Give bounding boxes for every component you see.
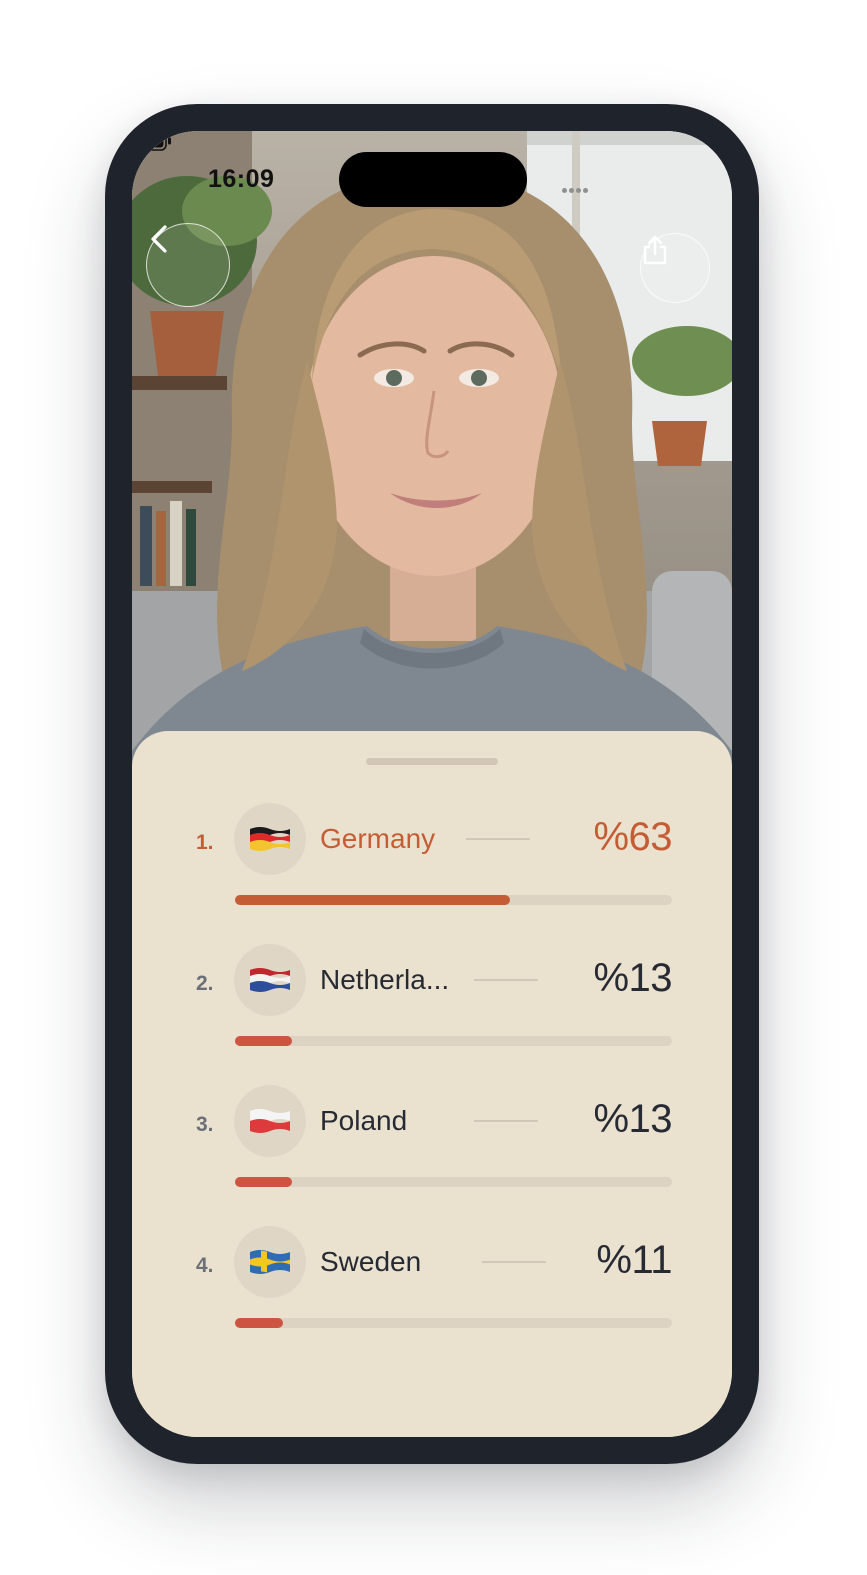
- percent-bar: [235, 1036, 672, 1046]
- rank-label: 4.: [196, 1254, 214, 1277]
- status-time: 16:09: [208, 165, 275, 193]
- rank-label: 1.: [196, 831, 214, 854]
- row-divider: [466, 838, 530, 840]
- rank-label: 2.: [196, 972, 214, 995]
- sweden-flag-icon: [234, 1226, 306, 1298]
- percent-value: %11: [596, 1238, 672, 1282]
- percent-value: %13: [593, 1097, 672, 1141]
- percent-value: %63: [593, 815, 672, 859]
- germany-flag-icon: [234, 803, 306, 875]
- poland-flag-icon: [234, 1085, 306, 1157]
- phone-frame: 16:09 1. Germany %63 2. Netherla... %13 …: [105, 104, 759, 1464]
- portrait-photo: 16:09: [132, 131, 732, 771]
- rank-label: 3.: [196, 1113, 214, 1136]
- country-name: Sweden: [320, 1246, 422, 1277]
- row-divider: [474, 979, 538, 981]
- result-row-netherlands[interactable]: 2. Netherla... %13: [132, 944, 732, 1054]
- percent-bar: [235, 1318, 672, 1328]
- sheet-drag-handle[interactable]: [366, 758, 498, 765]
- netherlands-flag-icon: [234, 944, 306, 1016]
- battery-icon: [132, 131, 171, 151]
- result-row-poland[interactable]: 3. Poland %13: [132, 1085, 732, 1195]
- percent-bar-fill: [235, 1036, 292, 1046]
- country-name: Netherla...: [320, 964, 450, 995]
- screen: 16:09 1. Germany %63 2. Netherla... %13 …: [132, 131, 732, 1437]
- chevron-left-icon: [151, 225, 167, 253]
- share-button[interactable]: [640, 233, 710, 303]
- result-row-sweden[interactable]: 4. Sweden %11: [132, 1226, 732, 1336]
- result-row-germany[interactable]: 1. Germany %63: [132, 803, 732, 913]
- portrait-illustration: [132, 131, 732, 771]
- country-name: Germany: [320, 823, 436, 854]
- row-divider: [474, 1120, 538, 1122]
- percent-bar: [235, 895, 672, 905]
- results-sheet: 1. Germany %63 2. Netherla... %13 3. Pol…: [132, 731, 732, 1437]
- country-name: Poland: [320, 1105, 408, 1136]
- percent-bar-fill: [235, 1177, 292, 1187]
- percent-bar-fill: [235, 1318, 284, 1328]
- back-button[interactable]: [146, 223, 230, 307]
- percent-bar: [235, 1177, 672, 1187]
- percent-value: %13: [593, 956, 672, 1000]
- cellular-signal-icon: [562, 180, 590, 198]
- percent-bar-fill: [235, 895, 511, 905]
- share-icon: [643, 235, 667, 265]
- row-divider: [482, 1261, 546, 1263]
- dynamic-island: [339, 152, 527, 207]
